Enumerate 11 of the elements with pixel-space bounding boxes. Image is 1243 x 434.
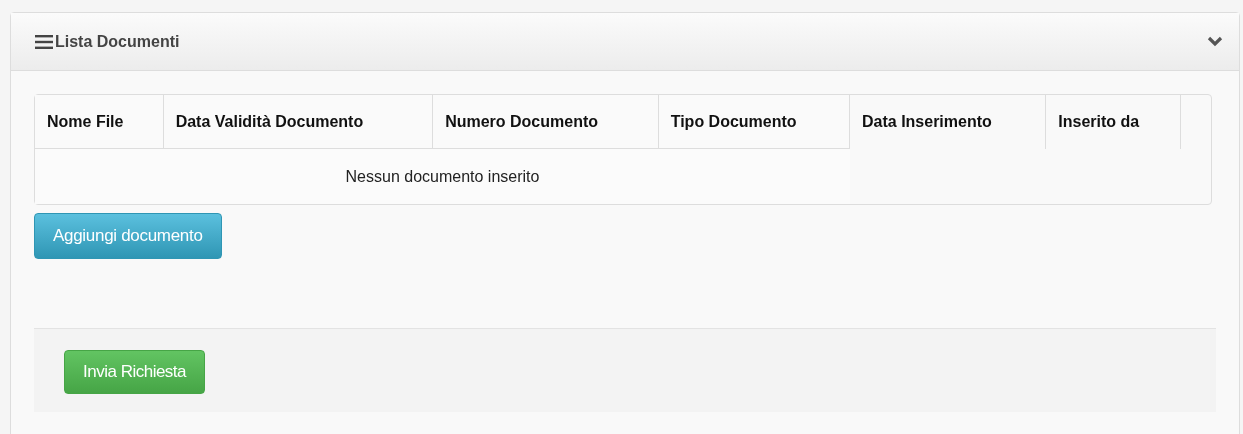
column-header: Inserito da: [1046, 95, 1181, 149]
column-header: Tipo Documento: [658, 95, 850, 149]
add-document-button[interactable]: Aggiungi documento: [34, 213, 222, 259]
menu-icon: [35, 34, 53, 49]
column-header: Data Validità Documento: [163, 95, 434, 149]
chevron-down-icon[interactable]: [1207, 36, 1223, 47]
panel-title: Lista Documenti: [55, 32, 180, 51]
column-header: Data Inserimento: [850, 95, 1047, 149]
column-header: Numero Documento: [433, 95, 659, 149]
column-header: Nome File: [35, 95, 164, 149]
submit-button[interactable]: Invia Richiesta: [64, 350, 206, 394]
